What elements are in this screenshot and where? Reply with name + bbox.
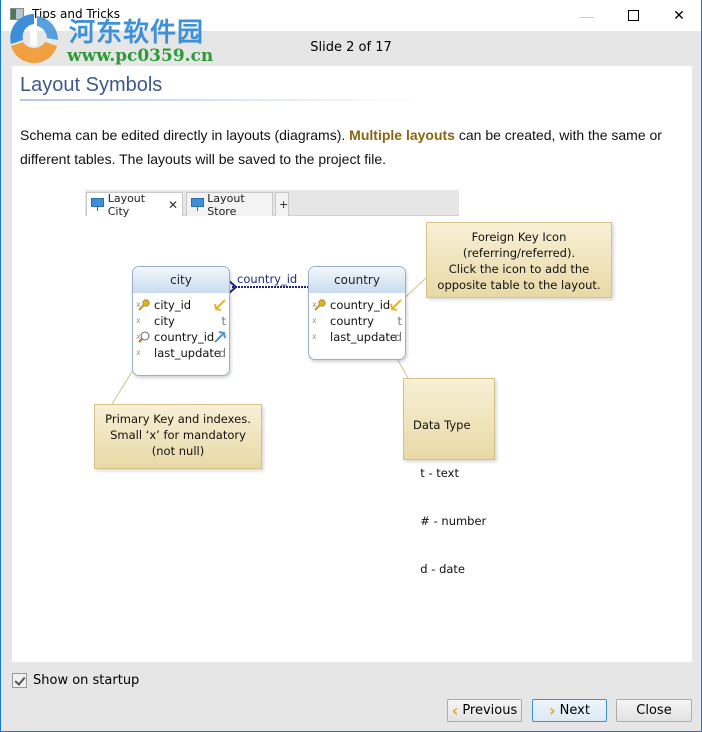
note-line: opposite table to the layout.: [437, 278, 601, 292]
mandatory-mark: x: [136, 316, 141, 325]
chevron-left-icon: ‹: [451, 700, 459, 720]
note-line: (referring/referred).: [462, 246, 576, 260]
chevron-right-icon: ›: [549, 700, 556, 720]
note-line: Small ‘x’ for mandatory: [110, 428, 246, 442]
close-button[interactable]: Close: [616, 699, 692, 722]
show-on-startup-checkbox[interactable]: [12, 673, 27, 688]
next-button[interactable]: › Next: [532, 699, 607, 722]
primary-key-icon: [314, 299, 326, 311]
column-row: x last_update d: [309, 329, 405, 345]
add-layout-tab[interactable]: +: [275, 192, 289, 216]
monitor-icon: [91, 198, 104, 211]
fk-referring-arrow-icon[interactable]: [213, 330, 227, 344]
column-name: country: [330, 314, 374, 328]
title-bar: Tips and Tricks — ✕: [1, 0, 701, 31]
note-line: d - date: [413, 562, 466, 576]
column-name: city_id: [154, 298, 192, 312]
column-name: city: [154, 314, 175, 328]
index-icon: [138, 331, 150, 343]
note-foreign-key: Foreign Key Icon (referring/referred). C…: [426, 222, 612, 298]
tips-window: Tips and Tricks — ✕ Slide 2 of 17 Layout…: [0, 0, 702, 732]
show-on-startup-option[interactable]: Show on startup: [12, 673, 139, 688]
note-line: Foreign Key Icon: [471, 230, 567, 244]
column-row: x country_id: [309, 297, 405, 313]
column-type: t: [221, 314, 226, 328]
note-line: # - number: [413, 514, 487, 528]
column-row: x country t: [309, 313, 405, 329]
tip-content-panel: Layout Symbols Schema can be edited dire…: [12, 66, 692, 662]
column-name: country_id: [154, 330, 215, 344]
previous-label: Previous: [462, 703, 518, 718]
monitor-icon: [191, 198, 204, 211]
note-primary-key: Primary Key and indexes. Small ‘x’ for m…: [94, 404, 262, 469]
note-data-type: Data Type t - text # - number d - date: [403, 378, 495, 576]
layout-tab-strip: Layout City ✕ Layout Store +: [85, 190, 459, 218]
mandatory-mark: x: [312, 332, 317, 341]
column-name: country_id: [330, 298, 391, 312]
column-row: x last_update d: [133, 345, 229, 361]
column-name: last_update: [330, 330, 398, 344]
tab-label: Layout Store: [207, 191, 245, 218]
column-type: d: [394, 330, 402, 344]
close-window-button[interactable]: ✕: [656, 0, 702, 31]
note-line: Primary Key and indexes.: [105, 412, 251, 426]
close-icon: ✕: [673, 7, 685, 23]
column-row: x country_id: [133, 329, 229, 345]
show-on-startup-label: Show on startup: [33, 673, 140, 688]
tab-label: Layout City: [107, 191, 146, 218]
note-line: Data Type: [413, 418, 471, 432]
maximize-icon: [627, 10, 639, 21]
entity-title: city: [133, 267, 229, 293]
tab-layout-store[interactable]: Layout Store: [186, 191, 273, 218]
entity-city: city x city_id x city t x country_id x l…: [132, 266, 230, 376]
note-line: t - text: [413, 466, 459, 480]
entity-title: country: [309, 267, 405, 293]
column-row: x city_id: [133, 297, 229, 313]
layout-diagram-illustration: Layout City ✕ Layout Store + country_id …: [12, 66, 692, 662]
column-name: last_update: [154, 346, 222, 360]
note-line: (not null): [151, 444, 205, 458]
close-label: Close: [636, 703, 672, 718]
minimize-button[interactable]: —: [564, 0, 610, 31]
relationship-label: country_id: [237, 272, 298, 286]
column-type: t: [397, 314, 402, 328]
note-line: Click the icon to add the: [448, 262, 590, 276]
column-row: x city t: [133, 313, 229, 329]
entity-country: country x country_id x country t x last_…: [308, 266, 406, 360]
fk-referred-arrow-icon[interactable]: [213, 298, 227, 312]
mandatory-mark: x: [312, 316, 317, 325]
slide-counter: Slide 2 of 17: [310, 40, 392, 55]
mandatory-mark: x: [136, 348, 141, 357]
tab-layout-city[interactable]: Layout City ✕: [86, 191, 183, 218]
window-title: Tips and Tricks: [32, 7, 121, 21]
previous-button[interactable]: ‹ Previous: [447, 699, 522, 722]
minimize-icon: —: [580, 7, 594, 24]
next-label: Next: [559, 703, 590, 718]
primary-key-icon: [138, 299, 150, 311]
fk-referred-arrow-icon[interactable]: [389, 298, 403, 312]
maximize-button[interactable]: [610, 0, 656, 31]
diagram-connectors: [111, 277, 427, 405]
column-type: d: [218, 346, 226, 360]
close-tab-icon[interactable]: ✕: [168, 198, 178, 212]
app-icon: [10, 8, 24, 20]
